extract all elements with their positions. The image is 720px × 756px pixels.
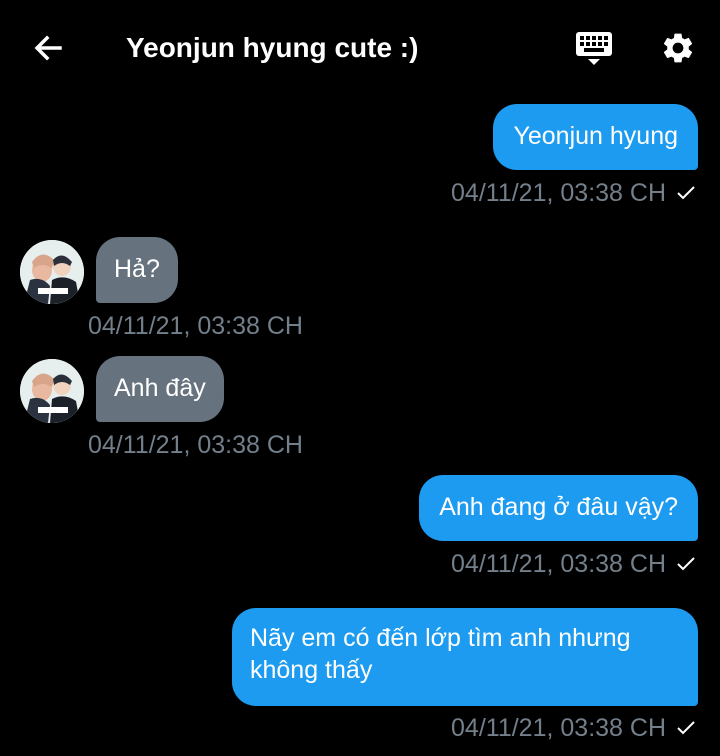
read-check-icon: [676, 179, 696, 209]
keyboard-icon: [574, 28, 614, 73]
keyboard-button[interactable]: [566, 24, 622, 76]
read-check-icon: [676, 550, 696, 580]
incoming-message-bubble[interactable]: Anh đây: [96, 356, 224, 422]
outgoing-message-bubble[interactable]: Yeonjun hyung: [493, 104, 698, 170]
message-text-line: không thấy: [250, 656, 373, 684]
message-timestamp: 04/11/21, 03:38 CH: [88, 431, 303, 459]
settings-button[interactable]: [652, 24, 704, 76]
message-text: Anh đây: [114, 374, 206, 402]
message-timestamp: 04/11/21, 03:38 CH: [88, 312, 303, 340]
message-text: Anh đang ở đâu vậy?: [439, 493, 678, 521]
outgoing-message-bubble[interactable]: Anh đang ở đâu vậy?: [419, 475, 698, 541]
conversation-title[interactable]: Yeonjun hyung cute :): [126, 28, 418, 68]
conversation-header: Yeonjun hyung cute :): [0, 0, 720, 96]
back-button[interactable]: [22, 24, 74, 76]
timestamp-text: 04/11/21, 03:38 CH: [451, 179, 666, 207]
incoming-message-bubble[interactable]: Hả?: [96, 237, 178, 303]
message-text-line: Nãy em có đến lớp tìm anh nhưng: [250, 624, 631, 652]
message-timestamp: 04/11/21, 03:38 CH: [451, 713, 696, 744]
timestamp-text: 04/11/21, 03:38 CH: [451, 714, 666, 742]
outgoing-message-bubble[interactable]: Nãy em có đến lớp tìm anh nhưng không th…: [232, 608, 698, 706]
message-text: Yeonjun hyung: [513, 122, 678, 150]
gear-icon: [660, 30, 696, 71]
arrow-left-icon: [32, 32, 64, 69]
message-timestamp: 04/11/21, 03:38 CH: [451, 549, 696, 580]
timestamp-text: 04/11/21, 03:38 CH: [451, 550, 666, 578]
message-text: Hả?: [114, 255, 160, 283]
message-timestamp: 04/11/21, 03:38 CH: [451, 178, 696, 209]
contact-avatar[interactable]: [20, 240, 84, 304]
read-check-icon: [676, 714, 696, 744]
contact-avatar[interactable]: [20, 359, 84, 423]
